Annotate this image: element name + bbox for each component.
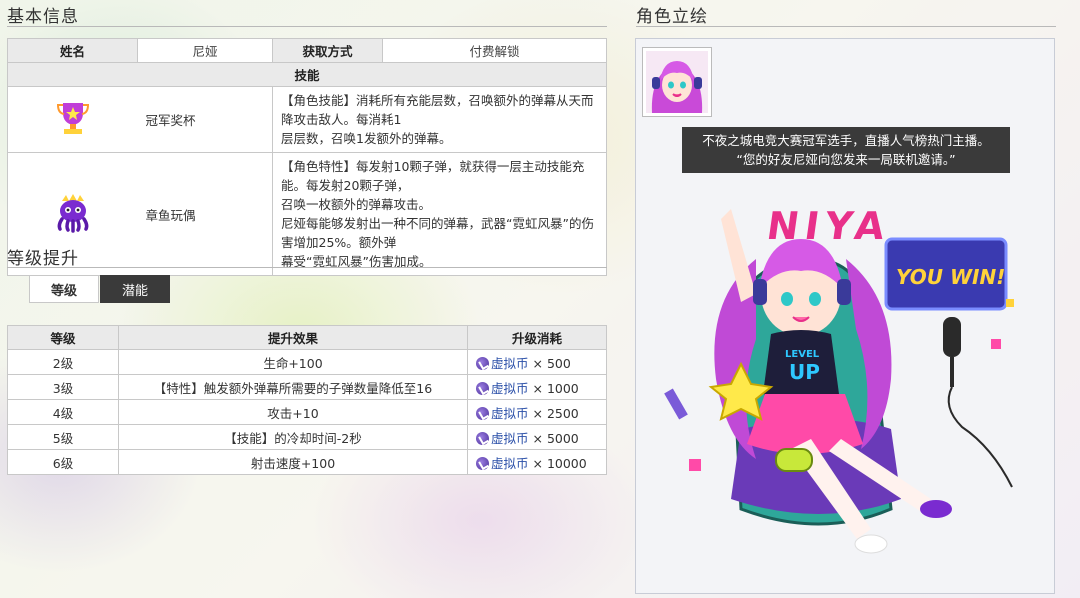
pixel-decoration	[1006, 299, 1014, 307]
tab-level[interactable]: 等级	[29, 275, 99, 303]
currency-link[interactable]: 虚拟币	[491, 406, 529, 421]
currency-link[interactable]: 虚拟币	[491, 356, 529, 371]
table-row: 4级 攻击+10 虚拟币 × 2500	[7, 399, 607, 425]
table-row: 2级 生命+100 虚拟币 × 500	[7, 349, 607, 375]
sign-text: YOU WIN!	[896, 265, 1005, 289]
cost-amount: × 2500	[532, 405, 579, 421]
skill-desc-line: 层层数，召唤1发额外的弹幕。	[281, 131, 452, 146]
coin-icon	[476, 381, 489, 395]
shirt-text: UP	[789, 360, 820, 384]
trophy-icon	[56, 103, 89, 134]
effect-cell: 【技能】的冷却时间-2秒	[118, 424, 468, 450]
name-value: 尼娅	[137, 38, 273, 63]
character-shoe	[920, 500, 952, 518]
effect-cell: 生命+100	[118, 349, 468, 375]
section-divider	[7, 26, 607, 27]
cost-amount: × 5000	[532, 430, 579, 446]
column-header-effect: 提升效果	[118, 325, 468, 350]
skills-label: 技能	[7, 62, 607, 87]
quote-line: 不夜之城电竞大赛冠军选手，直播人气榜热门主播。	[702, 133, 990, 148]
currency-link[interactable]: 虚拟币	[491, 431, 529, 446]
coin-icon	[476, 431, 489, 445]
level-cell: 2级	[7, 349, 119, 375]
gamepad-icon	[775, 448, 813, 472]
portrait-panel: 不夜之城电竞大赛冠军选手，直播人气榜热门主播。 “您的好友尼娅向您发来一局联机邀…	[635, 38, 1055, 594]
skill-desc-line: 【角色特性】每发射10颗子弹，就获得一层主动技能充能。每发射20颗子弹，	[281, 159, 585, 193]
section-divider	[636, 26, 1056, 27]
neon-sign: YOU WIN!	[884, 237, 1008, 311]
pixel-decoration	[689, 459, 701, 471]
table-row: 6级 射击速度+100 虚拟币 × 10000	[7, 449, 607, 475]
quote-line: “您的好友尼娅向您发来一局联机邀请。”	[736, 152, 956, 167]
skill-name: 章鱼玩偶	[137, 152, 273, 276]
character-sock	[854, 534, 888, 554]
skill-desc-line: 尼娅每能够发射出一种不同的弹幕，武器“霓虹风暴”的伤害增加25%。额外弹	[281, 216, 594, 250]
skill-description: 【角色特性】每发射10颗子弹，就获得一层主动技能充能。每发射20颗子弹， 召唤一…	[272, 152, 607, 276]
obtain-label: 获取方式	[272, 38, 383, 63]
coin-icon	[476, 356, 489, 370]
basic-info-table: 姓名 尼娅 获取方式 付费解锁 技能 冠军奖杯 【角色技能】消耗所有充能层数，召…	[7, 38, 607, 276]
character-quote-box: 不夜之城电竞大赛冠军选手，直播人气榜热门主播。 “您的好友尼娅向您发来一局联机邀…	[682, 127, 1010, 173]
skill-name: 冠军奖杯	[137, 86, 273, 153]
skill-desc-line: 召唤一枚额外的弹幕攻击。	[281, 197, 432, 212]
name-label: 姓名	[7, 38, 138, 63]
skill-icon-cell	[7, 86, 138, 153]
headphone-icon	[753, 279, 767, 305]
table-row: 3级 【特性】触发额外弹幕所需要的子弹数量降低至16 虚拟币 × 1000	[7, 374, 607, 400]
effect-cell: 射击速度+100	[118, 449, 468, 475]
cost-cell: 虚拟币 × 1000	[467, 374, 607, 400]
level-up-table: 等级 提升效果 升级消耗 2级 生命+100 虚拟币 × 500 3级 【特性】…	[7, 325, 607, 475]
pixel-decoration	[991, 339, 1001, 349]
cost-cell: 虚拟币 × 2500	[467, 399, 607, 425]
column-header-cost: 升级消耗	[467, 325, 607, 350]
cost-amount: × 500	[532, 355, 571, 371]
avatar[interactable]	[642, 47, 712, 117]
skill-description: 【角色技能】消耗所有充能层数，召唤额外的弹幕从天而降攻击敌人。每消耗1 层层数，…	[272, 86, 607, 153]
cost-cell: 虚拟币 × 500	[467, 349, 607, 375]
currency-link[interactable]: 虚拟币	[491, 456, 529, 471]
section-title-basic-info: 基本信息	[7, 7, 79, 27]
effect-cell: 【特性】触发额外弹幕所需要的子弹数量降低至16	[118, 374, 468, 400]
level-cell: 5级	[7, 424, 119, 450]
headphone-icon	[837, 279, 851, 305]
obtain-value: 付费解锁	[382, 38, 607, 63]
level-cell: 4级	[7, 399, 119, 425]
cost-amount: × 10000	[532, 455, 587, 471]
section-divider	[7, 267, 607, 268]
level-cell: 3级	[7, 374, 119, 400]
cost-amount: × 1000	[532, 380, 579, 396]
section-title-level-up: 等级提升	[7, 249, 79, 269]
level-cell: 6级	[7, 449, 119, 475]
cost-cell: 虚拟币 × 10000	[467, 449, 607, 475]
shirt-text: LEVEL	[785, 349, 820, 360]
coin-icon	[476, 406, 489, 420]
character-avatar-icon	[646, 51, 708, 113]
pixel-sword-icon	[664, 388, 688, 420]
effect-cell: 攻击+10	[118, 399, 468, 425]
section-title-portrait: 角色立绘	[636, 7, 708, 27]
table-row: 5级 【技能】的冷却时间-2秒 虚拟币 × 5000	[7, 424, 607, 450]
skill-row: 冠军奖杯 【角色技能】消耗所有充能层数，召唤额外的弹幕从天而降攻击敌人。每消耗1…	[7, 86, 607, 153]
character-arm	[721, 209, 756, 302]
skill-desc-line: 【角色技能】消耗所有充能层数，召唤额外的弹幕从天而降攻击敌人。每消耗1	[281, 93, 594, 127]
column-header-level: 等级	[7, 325, 119, 350]
currency-link[interactable]: 虚拟币	[491, 381, 529, 396]
coin-icon	[476, 456, 489, 470]
skill-desc-line: 幕受“霓虹风暴”伤害加成。	[281, 254, 432, 269]
art-title-text: NIYA	[764, 205, 893, 249]
character-portrait-image: NIYA YOU WIN! LEVEL UP	[664, 205, 1014, 554]
skill-row: 章鱼玩偶 【角色特性】每发射10颗子弹，就获得一层主动技能充能。每发射20颗子弹…	[7, 152, 607, 276]
microphone-icon	[943, 317, 1013, 488]
cost-cell: 虚拟币 × 5000	[467, 424, 607, 450]
octopus-doll-icon	[57, 193, 89, 233]
tab-potential[interactable]: 潜能	[100, 275, 170, 303]
